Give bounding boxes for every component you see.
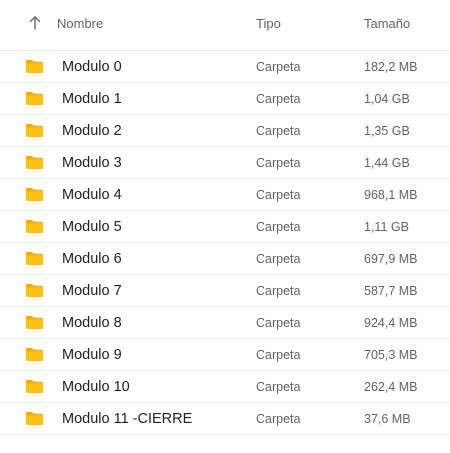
file-list-table: Nombre Tipo Tamaño Modulo 0 Carpeta 182,2 …	[0, 0, 450, 435]
file-name: Modulo 9	[62, 347, 122, 363]
folder-icon	[25, 379, 44, 394]
file-type: Carpeta	[256, 220, 301, 234]
file-type: Carpeta	[256, 316, 301, 330]
sort-ascending-icon[interactable]	[28, 15, 42, 31]
file-size: 705,3 MB	[364, 348, 418, 362]
file-type: Carpeta	[256, 412, 301, 426]
table-row[interactable]: Modulo 7 Carpeta 587,7 MB	[0, 275, 450, 307]
table-header: Nombre Tipo Tamaño	[0, 0, 450, 51]
table-row[interactable]: Modulo 9 Carpeta 705,3 MB	[0, 339, 450, 371]
table-row[interactable]: Modulo 5 Carpeta 1,11 GB	[0, 211, 450, 243]
file-size: 1,44 GB	[364, 156, 410, 170]
folder-icon	[25, 251, 44, 266]
table-row[interactable]: Modulo 1 Carpeta 1,04 GB	[0, 83, 450, 115]
folder-icon	[25, 155, 44, 170]
file-size: 37,6 MB	[364, 412, 411, 426]
file-name: Modulo 11 -CIERRE	[62, 411, 193, 427]
table-row[interactable]: Modulo 0 Carpeta 182,2 MB	[0, 51, 450, 83]
table-row[interactable]: Modulo 8 Carpeta 924,4 MB	[0, 307, 450, 339]
table-row[interactable]: Modulo 3 Carpeta 1,44 GB	[0, 147, 450, 179]
table-row[interactable]: Modulo 11 -CIERRE Carpeta 37,6 MB	[0, 403, 450, 435]
folder-icon	[25, 219, 44, 234]
table-row[interactable]: Modulo 6 Carpeta 697,9 MB	[0, 243, 450, 275]
folder-icon	[25, 91, 44, 106]
folder-icon	[25, 59, 44, 74]
file-name: Modulo 6	[62, 251, 122, 267]
column-header-name[interactable]: Nombre	[57, 16, 103, 32]
file-size: 697,9 MB	[364, 252, 418, 266]
file-name: Modulo 3	[62, 155, 122, 171]
file-size: 968,1 MB	[364, 188, 418, 202]
file-size: 924,4 MB	[364, 316, 418, 330]
file-size: 1,04 GB	[364, 92, 410, 106]
file-size: 1,11 GB	[364, 220, 409, 234]
column-header-size[interactable]: Tamaño	[364, 16, 410, 32]
file-name: Modulo 1	[62, 91, 122, 107]
file-size: 182,2 MB	[364, 60, 418, 74]
folder-icon	[25, 411, 44, 426]
table-row[interactable]: Modulo 2 Carpeta 1,35 GB	[0, 115, 450, 147]
file-type: Carpeta	[256, 348, 301, 362]
folder-icon	[25, 315, 44, 330]
folder-icon	[25, 347, 44, 362]
file-size: 262,4 MB	[364, 380, 418, 394]
file-name: Modulo 4	[62, 187, 122, 203]
file-name: Modulo 8	[62, 315, 122, 331]
folder-icon	[25, 123, 44, 138]
file-name: Modulo 5	[62, 219, 122, 235]
file-type: Carpeta	[256, 252, 301, 266]
file-name: Modulo 7	[62, 283, 122, 299]
file-type: Carpeta	[256, 284, 301, 298]
file-name: Modulo 10	[62, 379, 130, 395]
table-row[interactable]: Modulo 10 Carpeta 262,4 MB	[0, 371, 450, 403]
file-type: Carpeta	[256, 188, 301, 202]
table-row[interactable]: Modulo 4 Carpeta 968,1 MB	[0, 179, 450, 211]
file-type: Carpeta	[256, 92, 301, 106]
column-header-type: Tipo	[256, 16, 281, 31]
file-type: Carpeta	[256, 124, 301, 138]
file-name: Modulo 0	[62, 59, 122, 75]
file-size: 1,35 GB	[364, 124, 410, 138]
file-type: Carpeta	[256, 156, 301, 170]
folder-icon	[25, 187, 44, 202]
file-type: Carpeta	[256, 60, 301, 74]
folder-icon	[25, 283, 44, 298]
file-type: Carpeta	[256, 380, 301, 394]
file-name: Modulo 2	[62, 123, 122, 139]
file-size: 587,7 MB	[364, 284, 418, 298]
file-rows: Modulo 0 Carpeta 182,2 MB Modulo 1 Carpeta 1,…	[0, 51, 450, 435]
